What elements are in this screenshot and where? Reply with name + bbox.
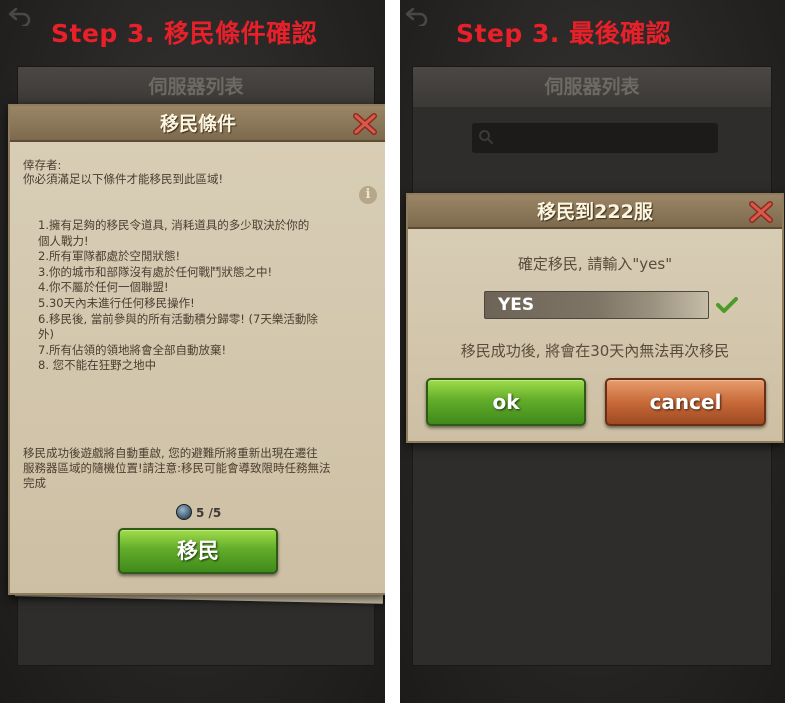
server-list-header: 伺服器列表 bbox=[413, 67, 771, 107]
back-arrow-icon[interactable] bbox=[7, 6, 33, 26]
condition-item: 6.移民後, 當前參與的所有活動積分歸零! (7天樂活動除 bbox=[38, 311, 318, 326]
condition-item: 個人戰力! bbox=[38, 233, 89, 248]
token-count: 5 /5 bbox=[196, 506, 222, 520]
globe-icon bbox=[176, 504, 192, 520]
confirm-prompt: 確定移民, 請輸入"yes" bbox=[517, 255, 673, 273]
notice-line: 服務器區域的隨機位置!請注意:移民可能會導致限時任務無法 bbox=[23, 461, 331, 475]
right-panel: Step 3. 最後確認 伺服器列表 移民到222服 確定移民, 請輸入"yes… bbox=[400, 0, 785, 703]
checkmark-icon bbox=[716, 297, 738, 313]
confirm-text-input[interactable]: YES bbox=[484, 291, 709, 319]
step-title: Step 3. 移民條件確認 bbox=[51, 19, 318, 48]
notice-text: 移民成功後遊戲將自動重啟, 您的避難所將重新出現在遷往 服務器區域的隨機位置!請… bbox=[23, 446, 330, 491]
cancel-button[interactable]: cancel bbox=[605, 378, 766, 426]
migration-conditions-dialog: 移民條件 倖存者: 你必須滿足以下條件才能移民到此區域! i 1.擁有足夠的移民… bbox=[8, 104, 385, 595]
server-search-input[interactable] bbox=[472, 123, 718, 153]
close-icon[interactable] bbox=[352, 111, 378, 137]
step-title: Step 3. 最後確認 bbox=[456, 19, 672, 48]
conditions-list: 1.擁有足夠的移民令道具, 消耗道具的多少取決於你的 個人戰力! 2.所有軍隊都… bbox=[38, 218, 318, 374]
condition-item: 4.你不屬於任何一個聯盟! bbox=[38, 280, 169, 295]
dialog-title: 移民到222服 bbox=[408, 195, 782, 229]
condition-item: 1.擁有足夠的移民令道具, 消耗道具的多少取決於你的 bbox=[38, 218, 310, 232]
back-arrow-icon[interactable] bbox=[404, 6, 430, 26]
close-icon[interactable] bbox=[748, 199, 774, 225]
confirm-migration-dialog: 移民到222服 確定移民, 請輸入"yes" YES 移民成功後, 將會在30天… bbox=[406, 193, 784, 443]
info-icon[interactable]: i bbox=[359, 186, 377, 204]
notice-line: 移民成功後遊戲將自動重啟, 您的避難所將重新出現在遷往 bbox=[23, 446, 318, 460]
warning-text: 移民成功後, 將會在30天內無法再次移民 bbox=[460, 342, 730, 360]
search-icon bbox=[479, 130, 493, 144]
condition-item: 3.你的城市和部隊沒有處於任何戰鬥狀態之中! bbox=[38, 264, 273, 279]
left-panel: Step 3. 移民條件確認 伺服器列表 移民條件 倖存者: 你必須滿足以下條件… bbox=[0, 0, 385, 703]
condition-item: 8. 您不能在狂野之地中 bbox=[38, 358, 157, 373]
ok-button[interactable]: ok bbox=[426, 378, 586, 426]
condition-item: 2.所有軍隊都處於空閒狀態! bbox=[38, 249, 181, 264]
migrate-button[interactable]: 移民 bbox=[118, 528, 278, 574]
server-list-header: 伺服器列表 bbox=[18, 67, 374, 107]
condition-item: 5.30天內未進行任何移民操作! bbox=[38, 295, 195, 310]
condition-item: 外) bbox=[38, 327, 54, 342]
requirement-intro: 你必須滿足以下條件才能移民到此區域! bbox=[23, 172, 224, 186]
greeting-label: 倖存者: bbox=[23, 158, 62, 172]
condition-item: 7.所有佔領的領地將會全部自動放棄! bbox=[38, 342, 227, 357]
notice-line: 完成 bbox=[23, 476, 46, 490]
dialog-title: 移民條件 bbox=[10, 106, 385, 142]
